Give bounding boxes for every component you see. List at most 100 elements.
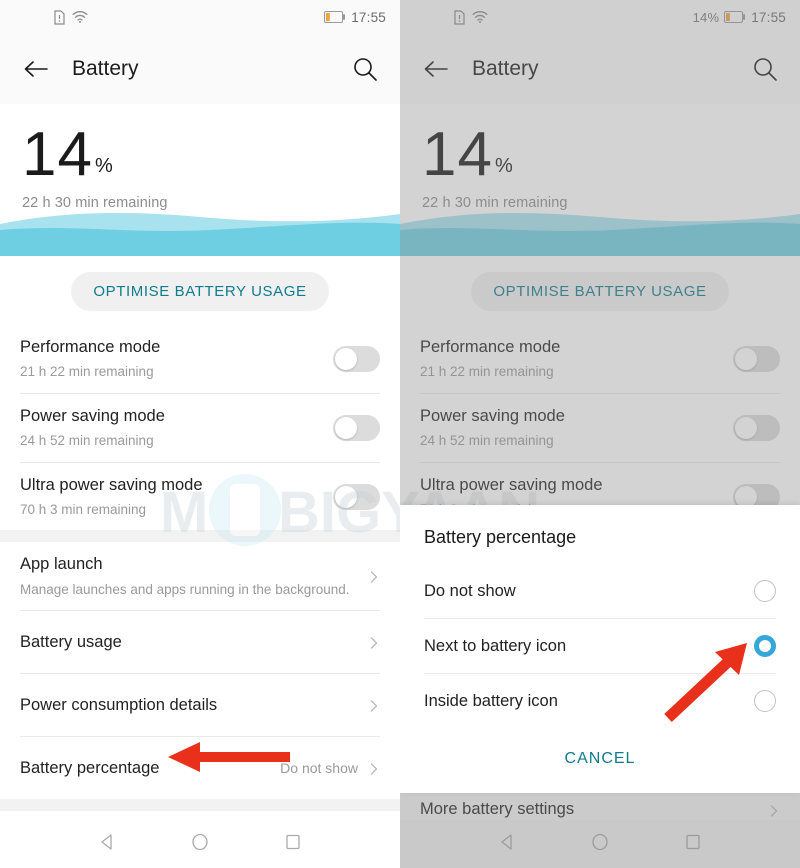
radio-option-next-to-battery-icon[interactable]: Next to battery icon bbox=[400, 619, 800, 673]
nav-recents-square-icon[interactable] bbox=[683, 832, 703, 857]
dialog-title: Battery percentage bbox=[424, 527, 577, 547]
toggle-knob bbox=[735, 347, 757, 370]
nav-home-circle-icon[interactable] bbox=[590, 832, 610, 857]
list-item-ultra-power-saving-mode[interactable]: Ultra power saving mode 70 h 3 min remai… bbox=[0, 462, 400, 531]
toggle-performance-mode[interactable] bbox=[733, 345, 780, 372]
toggle-power-saving-mode[interactable] bbox=[333, 414, 380, 441]
battery-level-number: 14 bbox=[22, 120, 93, 189]
row-title: Power saving mode bbox=[20, 406, 165, 425]
screenshot-root: 17:55 Battery 14 % 22 h 30 min remaining bbox=[0, 0, 800, 868]
row-title: App launch bbox=[20, 555, 103, 574]
battery-level-hero: 14 % 22 h 30 min remaining bbox=[0, 104, 400, 256]
toggle-ultra-power-saving-mode[interactable] bbox=[333, 483, 380, 510]
status-clock: 17:55 bbox=[751, 9, 786, 25]
nav-recents-square-icon[interactable] bbox=[283, 832, 303, 857]
optimise-button-container: OPTIMISE BATTERY USAGE bbox=[0, 256, 400, 325]
chevron-right-icon bbox=[768, 804, 780, 817]
optimise-battery-usage-button[interactable]: OPTIMISE BATTERY USAGE bbox=[71, 272, 329, 311]
list-item-power-saving-mode[interactable]: Power saving mode 24 h 52 min remaining bbox=[400, 393, 800, 462]
chevron-right-icon bbox=[368, 570, 380, 584]
battery-level-hero: 14 % 22 h 30 min remaining bbox=[400, 104, 800, 256]
search-icon[interactable] bbox=[750, 54, 780, 84]
row-subtitle: 24 h 52 min remaining bbox=[20, 433, 154, 449]
row-title: Power saving mode bbox=[420, 406, 565, 425]
phone-screen-left: 17:55 Battery 14 % 22 h 30 min remaining bbox=[0, 0, 400, 868]
toggle-performance-mode[interactable] bbox=[333, 345, 380, 372]
toggle-knob bbox=[335, 347, 357, 370]
app-bar-right: Battery bbox=[400, 34, 800, 104]
battery-percent-sign: % bbox=[494, 155, 513, 177]
dialog-actions: CANCEL bbox=[400, 728, 800, 768]
navigation-bar-left bbox=[0, 820, 400, 868]
page-title: Battery bbox=[472, 57, 539, 80]
toggle-knob bbox=[335, 485, 357, 508]
radio-button-icon[interactable] bbox=[754, 690, 776, 712]
toggle-power-saving-mode[interactable] bbox=[733, 414, 780, 441]
nav-back-triangle-icon[interactable] bbox=[97, 832, 117, 857]
nav-back-triangle-icon[interactable] bbox=[497, 832, 517, 857]
row-title: Ultra power saving mode bbox=[20, 475, 203, 494]
battery-percentage-value: Do not show bbox=[280, 760, 358, 777]
cancel-button[interactable]: CANCEL bbox=[565, 750, 636, 768]
row-title: Battery usage bbox=[20, 633, 122, 652]
battery-level-number: 14 bbox=[422, 120, 493, 189]
status-bar-right-icons: 17:55 bbox=[319, 10, 386, 25]
radio-option-do-not-show[interactable]: Do not show bbox=[400, 564, 800, 618]
optimise-battery-usage-button[interactable]: OPTIMISE BATTERY USAGE bbox=[471, 272, 729, 311]
section-divider bbox=[0, 530, 400, 543]
battery-level-display: 14 % bbox=[22, 120, 400, 189]
radio-option-label: Inside battery icon bbox=[424, 691, 558, 710]
row-subtitle: 21 h 22 min remaining bbox=[420, 364, 554, 380]
page-title: Battery bbox=[72, 57, 139, 80]
battery-percentage-dialog: Battery percentage Do not show Next to b… bbox=[400, 505, 800, 793]
radio-button-icon[interactable] bbox=[754, 580, 776, 602]
chevron-right-icon bbox=[368, 762, 380, 775]
status-bar-right-icons: 14% 17:55 bbox=[693, 10, 786, 25]
nav-home-circle-icon[interactable] bbox=[190, 832, 210, 857]
row-title: Performance mode bbox=[20, 338, 161, 356]
radio-option-inside-battery-icon[interactable]: Inside battery icon bbox=[400, 674, 800, 728]
status-bar-left: 17:55 bbox=[0, 0, 400, 34]
status-bar-left-icons bbox=[54, 9, 88, 25]
list-item-app-launch[interactable]: App launch Manage launches and apps runn… bbox=[0, 542, 400, 611]
status-battery-percent-label: 14% bbox=[692, 9, 720, 25]
wifi-icon bbox=[72, 10, 88, 24]
chevron-right-icon bbox=[368, 699, 380, 712]
section-divider bbox=[0, 799, 400, 812]
optimise-button-container: OPTIMISE BATTERY USAGE bbox=[400, 256, 800, 325]
app-bar-left: Battery bbox=[0, 34, 400, 104]
battery-percent-sign: % bbox=[94, 155, 113, 177]
row-subtitle: Manage launches and apps running in the … bbox=[20, 581, 350, 597]
list-item-performance-mode[interactable]: Performance mode 21 h 22 min remaining bbox=[400, 325, 800, 393]
list-item-more-battery-settings[interactable]: More battery settings bbox=[400, 793, 800, 820]
sim-card-icon bbox=[54, 9, 65, 25]
battery-icon bbox=[724, 11, 746, 23]
battery-settings-list-left: Performance mode 21 h 22 min remaining P… bbox=[0, 325, 400, 868]
toggle-knob bbox=[735, 416, 757, 439]
row-title: Power consumption details bbox=[20, 696, 218, 715]
row-subtitle: 70 h 3 min remaining bbox=[20, 501, 147, 517]
status-bar-right: 14% 17:55 bbox=[400, 0, 800, 34]
back-arrow-icon[interactable] bbox=[420, 54, 450, 84]
back-arrow-icon[interactable] bbox=[20, 54, 50, 84]
list-item-battery-usage[interactable]: Battery usage bbox=[0, 611, 400, 674]
radio-button-selected-icon[interactable] bbox=[754, 635, 776, 657]
status-bar-left-icons bbox=[454, 9, 488, 25]
radio-option-label: Do not show bbox=[424, 581, 516, 600]
list-item-power-consumption-details[interactable]: Power consumption details bbox=[0, 674, 400, 737]
list-item-battery-percentage[interactable]: Battery percentage Do not show bbox=[0, 737, 400, 800]
row-title: Ultra power saving mode bbox=[420, 475, 603, 494]
status-clock: 17:55 bbox=[351, 9, 386, 25]
battery-level-display: 14 % bbox=[422, 120, 800, 189]
row-title: More battery settings bbox=[420, 800, 575, 819]
radio-option-label: Next to battery icon bbox=[424, 636, 567, 655]
row-subtitle: 24 h 52 min remaining bbox=[420, 433, 554, 449]
chevron-right-icon bbox=[368, 636, 380, 649]
search-icon[interactable] bbox=[350, 54, 380, 84]
battery-remaining-text: 22 h 30 min remaining bbox=[422, 194, 568, 211]
list-item-power-saving-mode[interactable]: Power saving mode 24 h 52 min remaining bbox=[0, 393, 400, 462]
navigation-bar-right bbox=[400, 820, 800, 868]
battery-remaining-text: 22 h 30 min remaining bbox=[22, 194, 168, 211]
list-item-performance-mode[interactable]: Performance mode 21 h 22 min remaining bbox=[0, 325, 400, 393]
wifi-icon bbox=[472, 10, 488, 24]
